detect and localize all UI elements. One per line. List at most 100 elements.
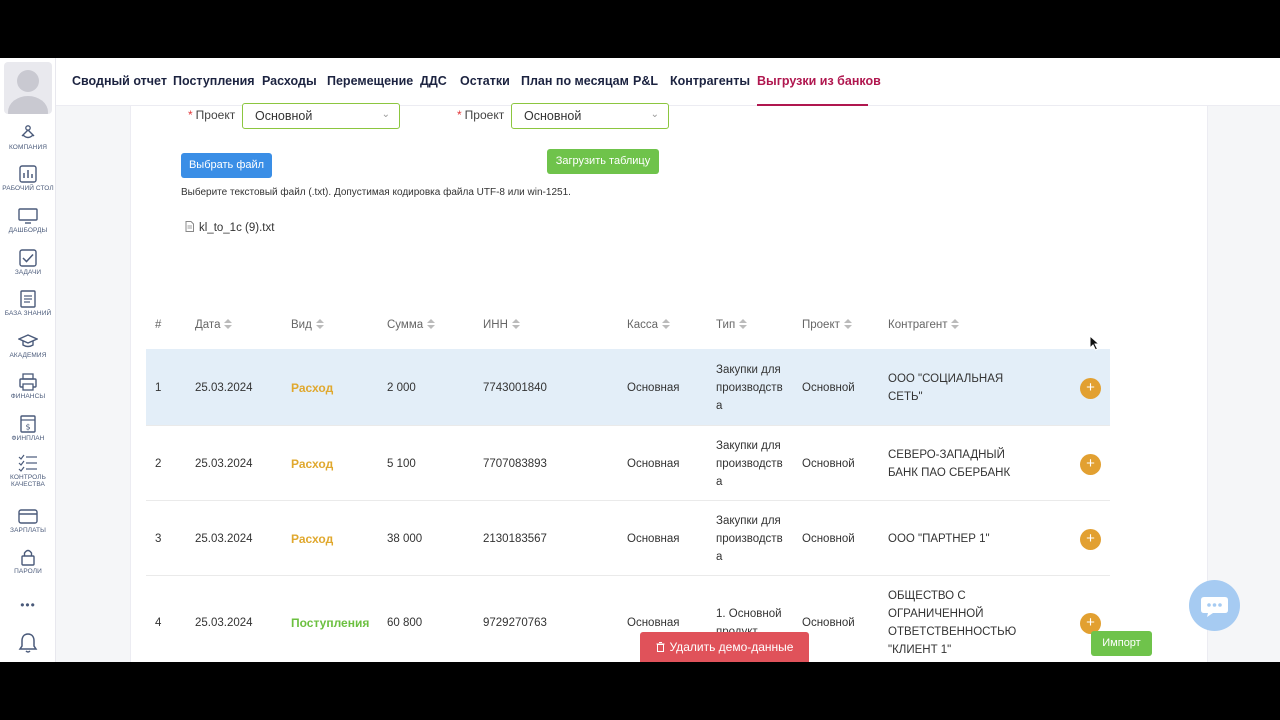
- col-header-project[interactable]: Проект: [802, 319, 852, 331]
- sort-icon: [951, 319, 960, 330]
- add-row-button[interactable]: +: [1080, 377, 1101, 399]
- sidebar-item-label: РАБОЧИЙ СТОЛ: [2, 185, 54, 192]
- add-row-button[interactable]: +: [1080, 453, 1101, 475]
- table-row[interactable]: 2 25.03.2024 Расход 5 100 7707083893 Основная…: [146, 426, 1110, 501]
- sidebar-item-printer[interactable]: ФИНАНСЫ: [0, 373, 56, 400]
- nav-counterparties[interactable]: Контрагенты: [670, 74, 750, 88]
- bell-icon: [18, 633, 38, 653]
- row-inn: 7707083893: [483, 457, 547, 470]
- col-header-kind[interactable]: Вид: [291, 319, 324, 331]
- sidebar-item-checklist[interactable]: КОНТРОЛЬ КАЧЕСТВА: [0, 454, 56, 488]
- table-row[interactable]: 1 25.03.2024 Расход 2 000 7743001840 Основная…: [146, 349, 1110, 426]
- sidebar-item-card[interactable]: ЗАРПЛАТЫ: [0, 507, 56, 534]
- sidebar-item-label: ДАШБОРДЫ: [8, 227, 48, 234]
- row-cash: Основная: [627, 381, 680, 394]
- nav-income[interactable]: Поступления: [173, 74, 255, 88]
- sidebar-item-label: ПАРОЛИ: [14, 568, 42, 575]
- nav-cashflow[interactable]: ДДС: [420, 74, 447, 88]
- choose-file-button[interactable]: Выбрать файл: [181, 153, 272, 178]
- selected-file[interactable]: kl_to_1c (9).txt: [185, 221, 274, 234]
- sidebar-item-monitor[interactable]: ДАШБОРДЫ: [0, 207, 56, 234]
- sidebar-item-task-check[interactable]: ЗАДАЧИ: [0, 249, 56, 276]
- finplan-icon: $: [20, 415, 36, 433]
- row-kind: Поступления: [291, 615, 370, 630]
- row-type-line: Закупки для: [716, 514, 781, 527]
- row-date: 25.03.2024: [195, 381, 253, 394]
- nav-pnl[interactable]: P&L: [633, 74, 658, 88]
- col-header-cash[interactable]: Касса: [627, 319, 670, 331]
- project-select-right-value: Основной: [524, 109, 582, 123]
- row-kind: Расход: [291, 456, 334, 471]
- nav-transfer[interactable]: Перемещение: [327, 74, 413, 88]
- delete-demo-label: Удалить демо-данные: [669, 640, 794, 654]
- row-date: 25.03.2024: [195, 532, 253, 545]
- col-header-inn[interactable]: ИНН: [483, 319, 520, 331]
- top-navigation: Сводный отчет Поступления Расходы Переме…: [56, 58, 1280, 106]
- add-row-button[interactable]: +: [1080, 528, 1101, 550]
- table-row[interactable]: 4 25.03.2024 Поступления 60 800 9729270763 Ос…: [146, 576, 1110, 662]
- nav-summary-report[interactable]: Сводный отчет: [72, 74, 167, 88]
- row-counterparty-line: ООО "СОЦИАЛЬНАЯ: [888, 372, 1004, 385]
- sidebar-item-document[interactable]: БАЗА ЗНАНИЙ: [0, 290, 56, 317]
- col-header-sum[interactable]: Сумма: [387, 319, 436, 331]
- more-menu[interactable]: •••: [0, 596, 56, 614]
- lock-icon: [21, 549, 35, 566]
- sidebar-item-desktop-chart[interactable]: РАБОЧИЙ СТОЛ: [0, 165, 56, 192]
- sidebar-item-lock[interactable]: ПАРОЛИ: [0, 548, 56, 575]
- row-cash: Основная: [627, 457, 680, 470]
- row-type-line: Закупки для: [716, 439, 781, 452]
- row-number: 2: [155, 457, 162, 470]
- sort-icon: [662, 319, 670, 330]
- project-select-right[interactable]: Основной ⌄: [511, 103, 669, 129]
- sidebar-item-label: ФИНАНСЫ: [10, 393, 46, 400]
- file-icon: [185, 221, 194, 232]
- row-sum: 38 000: [387, 532, 423, 545]
- row-type-line: производств: [716, 381, 783, 394]
- row-type-line: производств: [716, 532, 783, 545]
- nav-monthly-plan[interactable]: План по месяцам: [521, 74, 629, 88]
- row-counterparty-line: ОГРАНИЧЕННОЙ: [888, 607, 984, 620]
- row-cash: Основная: [627, 532, 680, 545]
- user-silhouette-icon: [8, 70, 48, 114]
- row-kind: Расход: [291, 380, 334, 395]
- row-counterparty-line: "КЛИЕНТ 1": [888, 643, 952, 656]
- nav-balances[interactable]: Остатки: [460, 74, 510, 88]
- table-row[interactable]: 3 25.03.2024 Расход 38 000 2130183567 Основна…: [146, 501, 1110, 576]
- row-sum: 2 000: [387, 381, 416, 394]
- import-button[interactable]: Импорт: [1091, 631, 1152, 656]
- sort-icon: [427, 319, 436, 330]
- col-header-date[interactable]: Дата: [195, 319, 233, 331]
- chat-widget-button[interactable]: [1189, 580, 1240, 631]
- row-date: 25.03.2024: [195, 616, 253, 629]
- col-header-type[interactable]: Тип: [716, 319, 748, 331]
- row-type-line: производств: [716, 457, 783, 470]
- app-window: КОМПАНИЯ РАБОЧИЙ СТОЛ ДАШБОРДЫ ЗАДАЧИ БАЗА З…: [0, 58, 1280, 662]
- sort-icon: [315, 319, 324, 330]
- row-project: Основной: [802, 532, 855, 545]
- monitor-icon: [18, 208, 38, 224]
- notifications-button[interactable]: [0, 632, 56, 654]
- task-check-icon: [19, 249, 37, 267]
- col-header-counterparty[interactable]: Контрагент: [888, 319, 960, 331]
- sidebar: КОМПАНИЯ РАБОЧИЙ СТОЛ ДАШБОРДЫ ЗАДАЧИ БАЗА З…: [0, 58, 56, 662]
- row-project: Основной: [802, 616, 855, 629]
- upload-table-button[interactable]: Загрузить таблицу: [547, 149, 659, 174]
- sidebar-item-graduation-cap[interactable]: АКАДЕМИЯ: [0, 332, 56, 359]
- nav-expenses[interactable]: Расходы: [262, 74, 317, 88]
- delete-demo-data-button[interactable]: Удалить демо-данные: [640, 632, 809, 662]
- nav-bank-exports[interactable]: Выгрузки из банков: [757, 74, 881, 88]
- row-inn: 2130183567: [483, 532, 547, 545]
- project-label-right: * Проект: [457, 108, 505, 122]
- chevron-down-icon: ⌄: [650, 109, 659, 120]
- row-date: 25.03.2024: [195, 457, 253, 470]
- sidebar-item-finplan[interactable]: $ ФИНПЛАН: [0, 415, 56, 442]
- row-inn: 7743001840: [483, 381, 547, 394]
- sidebar-item-label: БАЗА ЗНАНИЙ: [4, 310, 52, 317]
- sidebar-item-label: ЗАРПЛАТЫ: [10, 527, 46, 534]
- avatar[interactable]: [4, 62, 52, 114]
- col-header-number: #: [155, 319, 162, 331]
- row-cash: Основная: [627, 616, 680, 629]
- project-select-left[interactable]: Основной ⌄: [242, 103, 400, 129]
- sidebar-item-company[interactable]: КОМПАНИЯ: [0, 124, 56, 151]
- row-counterparty-line: СЕТЬ": [888, 390, 923, 403]
